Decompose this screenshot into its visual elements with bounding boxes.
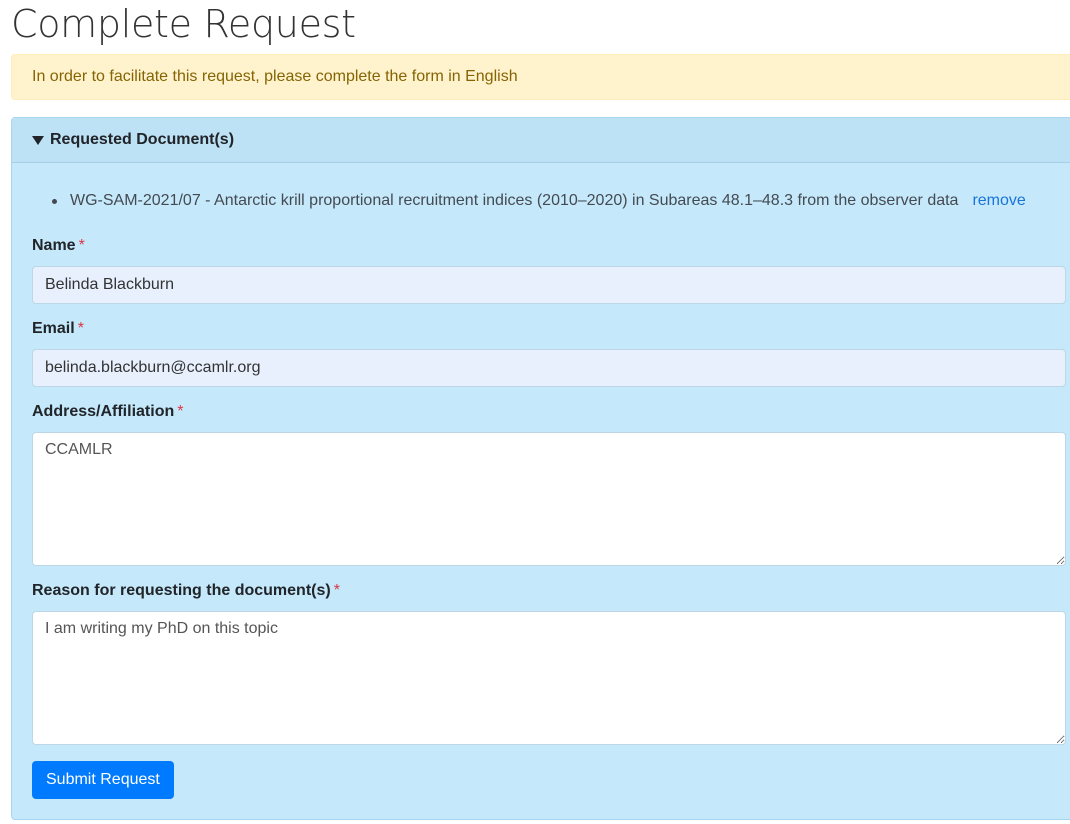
remove-document-link[interactable]: remove bbox=[972, 192, 1025, 210]
submit-request-button[interactable]: Submit Request bbox=[32, 761, 174, 799]
language-notice-alert: In order to facilitate this request, ple… bbox=[11, 54, 1070, 100]
reason-textarea[interactable]: I am writing my PhD on this topic bbox=[32, 611, 1066, 745]
name-label-text: Name bbox=[32, 237, 76, 254]
requested-documents-toggle[interactable]: Requested Document(s) bbox=[12, 118, 1070, 163]
document-title: WG-SAM-2021/07 - Antarctic krill proport… bbox=[70, 192, 959, 209]
reason-label-text: Reason for requesting the document(s) bbox=[32, 582, 331, 599]
page-title: Complete Request bbox=[11, 2, 356, 46]
reason-label: Reason for requesting the document(s) * bbox=[32, 582, 340, 600]
name-input[interactable] bbox=[32, 266, 1066, 304]
address-label: Address/Affiliation * bbox=[32, 403, 183, 421]
bullet-icon bbox=[52, 198, 57, 204]
address-label-text: Address/Affiliation bbox=[32, 403, 175, 420]
list-item: WG-SAM-2021/07 - Antarctic krill proport… bbox=[52, 192, 1026, 210]
email-label: Email * bbox=[32, 320, 84, 338]
required-marker: * bbox=[333, 582, 340, 599]
alert-text: In order to facilitate this request, ple… bbox=[32, 68, 518, 85]
email-input[interactable] bbox=[32, 349, 1066, 387]
caret-down-icon bbox=[32, 135, 44, 145]
name-label: Name * bbox=[32, 237, 85, 255]
required-marker: * bbox=[78, 237, 85, 254]
email-label-text: Email bbox=[32, 320, 75, 337]
requested-documents-panel: Requested Document(s) WG-SAM-2021/07 - A… bbox=[11, 117, 1070, 820]
required-marker: * bbox=[177, 403, 184, 420]
requested-documents-list: WG-SAM-2021/07 - Antarctic krill proport… bbox=[52, 192, 1026, 210]
address-textarea[interactable]: CCAMLR bbox=[32, 432, 1066, 566]
panel-header-label: Requested Document(s) bbox=[50, 131, 235, 148]
required-marker: * bbox=[77, 320, 84, 337]
